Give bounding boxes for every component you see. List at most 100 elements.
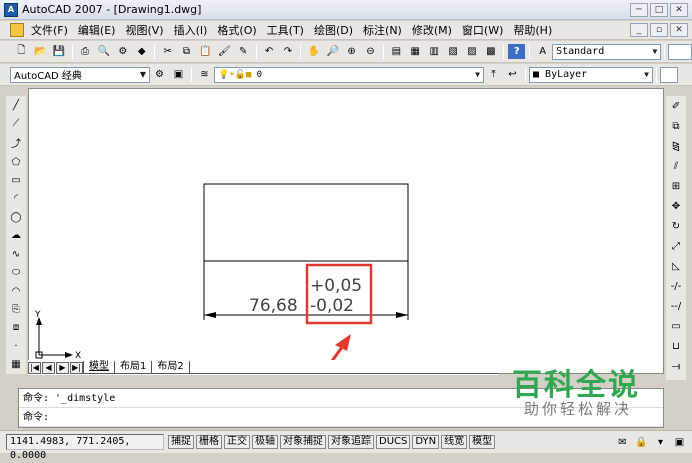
redo-icon[interactable]: ↷ <box>279 44 296 59</box>
grid-toggle[interactable]: 栅格 <box>196 435 222 449</box>
layer-manager-icon[interactable]: ≋ <box>196 67 213 82</box>
tool-palettes-icon[interactable]: ▥ <box>426 44 443 59</box>
text-style-select[interactable]: Standard ▼ <box>552 43 662 60</box>
3d-dwf-icon[interactable]: ◆ <box>133 44 150 59</box>
sheet-set-icon[interactable]: ▧ <box>445 44 462 59</box>
plot-preview-icon[interactable]: 🔍 <box>95 44 112 59</box>
doc-restore-icon[interactable]: ▫ <box>650 23 668 37</box>
linetype-select[interactable] <box>660 66 678 83</box>
match-properties-icon[interactable]: 🖌 <box>216 44 233 59</box>
construction-line-icon[interactable]: ⟋ <box>8 116 24 130</box>
menu-draw[interactable]: 绘图(D) <box>309 22 358 38</box>
next-tab-icon[interactable]: ▶ <box>56 361 69 374</box>
block-editor-icon[interactable]: ✎ <box>235 44 252 59</box>
layer-previous-icon[interactable]: ↩ <box>504 67 521 82</box>
doc-close-icon[interactable]: ✕ <box>670 23 688 37</box>
chamfer-icon[interactable]: ⟞ <box>668 358 684 374</box>
arc-icon[interactable]: ◜ <box>8 192 24 206</box>
array-icon[interactable]: ⊞ <box>668 178 684 194</box>
move-icon[interactable]: ✥ <box>668 198 684 214</box>
trim-icon[interactable]: -/- <box>668 278 684 294</box>
polyline-icon[interactable]: ⤴ <box>8 135 24 151</box>
text-style-icon[interactable]: A <box>534 44 551 59</box>
copy-icon[interactable]: ⧉ <box>668 118 684 134</box>
menu-tools[interactable]: 工具(T) <box>262 22 309 38</box>
break-icon[interactable]: ▭ <box>668 318 684 334</box>
communication-center-icon[interactable]: ✉ <box>614 435 631 450</box>
osnap-toggle[interactable]: 对象捕捉 <box>280 435 326 449</box>
polar-toggle[interactable]: 极轴 <box>252 435 278 449</box>
insert-block-icon[interactable]: ⎘ <box>8 302 24 316</box>
undo-icon[interactable]: ↶ <box>261 44 278 59</box>
ellipse-icon[interactable]: ⬭ <box>8 265 24 279</box>
open-file-icon[interactable]: 📂 <box>32 44 49 59</box>
zoom-realtime-icon[interactable]: 🔎 <box>324 44 341 59</box>
doc-minimize-icon[interactable]: _ <box>630 23 648 37</box>
model-toggle[interactable]: 模型 <box>469 435 496 449</box>
dyn-toggle[interactable]: DYN <box>412 435 440 449</box>
color-control-select[interactable]: ■ ByLayer ▼ <box>529 66 653 83</box>
close-icon[interactable]: ✕ <box>670 2 688 17</box>
menu-help[interactable]: 帮助(H) <box>508 22 557 38</box>
scale-icon[interactable]: ⤢ <box>668 238 684 254</box>
publish-icon[interactable]: ⚙ <box>114 44 131 59</box>
spline-icon[interactable]: ∿ <box>8 247 24 261</box>
save-icon[interactable]: 💾 <box>51 44 68 59</box>
make-current-layer-icon[interactable]: ⤒ <box>485 67 502 82</box>
ellipse-arc-icon[interactable]: ◠ <box>8 284 24 298</box>
rectangle-icon[interactable]: ▭ <box>8 173 24 187</box>
cut-icon[interactable]: ✂ <box>159 44 176 59</box>
ortho-toggle[interactable]: 正交 <box>224 435 250 449</box>
pan-icon[interactable]: ✋ <box>305 44 322 59</box>
zoom-previous-icon[interactable]: ⊖ <box>362 44 379 59</box>
menu-insert[interactable]: 插入(I) <box>169 22 213 38</box>
menu-view[interactable]: 视图(V) <box>120 22 168 38</box>
extend-icon[interactable]: --/ <box>668 298 684 314</box>
ducs-toggle[interactable]: DUCS <box>376 435 411 449</box>
maximize-icon[interactable]: □ <box>650 2 668 17</box>
join-icon[interactable]: ⊔ <box>668 338 684 354</box>
revision-cloud-icon[interactable]: ☁ <box>8 229 24 243</box>
paste-icon[interactable]: 📋 <box>197 44 214 59</box>
circle-icon[interactable]: ◯ <box>8 210 24 224</box>
last-tab-icon[interactable]: ▶| <box>70 361 83 374</box>
erase-icon[interactable]: ✐ <box>668 98 684 114</box>
document-menu-icon[interactable] <box>10 23 24 37</box>
menu-modify[interactable]: 修改(M) <box>407 22 457 38</box>
rectangle-entity[interactable] <box>203 183 409 262</box>
prev-tab-icon[interactable]: ◀ <box>42 361 55 374</box>
tab-model[interactable]: 模型 <box>83 361 115 374</box>
clean-screen-icon[interactable]: ▣ <box>671 435 688 450</box>
menu-window[interactable]: 窗口(W) <box>457 22 508 38</box>
menu-file[interactable]: 文件(F) <box>26 22 73 38</box>
help-icon[interactable]: ? <box>508 44 526 59</box>
workspace-settings-icon[interactable]: ⚙ <box>151 67 168 82</box>
layer-select[interactable]: 💡☀🔓■ 0 ▼ <box>214 66 484 83</box>
rotate-icon[interactable]: ↻ <box>668 218 684 234</box>
line-icon[interactable]: ╱ <box>8 98 24 112</box>
otrack-toggle[interactable]: 对象追踪 <box>328 435 374 449</box>
make-block-icon[interactable]: ⧈ <box>8 321 24 335</box>
toolbar-lock-icon[interactable]: 🔒 <box>633 435 650 450</box>
design-center-icon[interactable]: ▦ <box>407 44 424 59</box>
markup-icon[interactable]: ▨ <box>464 44 481 59</box>
autocad-app-icon[interactable]: A <box>4 2 18 17</box>
workspace-save-icon[interactable]: ▣ <box>170 67 187 82</box>
properties-icon[interactable]: ▤ <box>388 44 405 59</box>
mirror-icon[interactable]: ⧎ <box>668 138 684 154</box>
hatch-icon[interactable]: ▦ <box>8 357 24 371</box>
lineweight-toggle[interactable]: 线宽 <box>441 435 468 449</box>
first-tab-icon[interactable]: |◀ <box>28 361 41 374</box>
status-menu-chevron-icon[interactable]: ▾ <box>652 435 669 450</box>
drawing-canvas[interactable]: 76,68 +0,05 -0,02 Y X <box>28 88 664 374</box>
zoom-window-icon[interactable]: ⊕ <box>343 44 360 59</box>
plot-icon[interactable]: ⎙ <box>77 44 94 59</box>
calculator-icon[interactable]: ▩ <box>482 44 499 59</box>
menu-edit[interactable]: 编辑(E) <box>73 22 121 38</box>
snap-toggle[interactable]: 捕捉 <box>168 435 194 449</box>
stretch-icon[interactable]: ◺ <box>668 258 684 274</box>
minimize-icon[interactable]: ─ <box>630 2 648 17</box>
workspace-select[interactable]: AutoCAD 经典 ▼ <box>10 66 150 83</box>
copy-clipboard-icon[interactable]: ⧉ <box>178 44 195 59</box>
menu-format[interactable]: 格式(O) <box>212 22 261 38</box>
